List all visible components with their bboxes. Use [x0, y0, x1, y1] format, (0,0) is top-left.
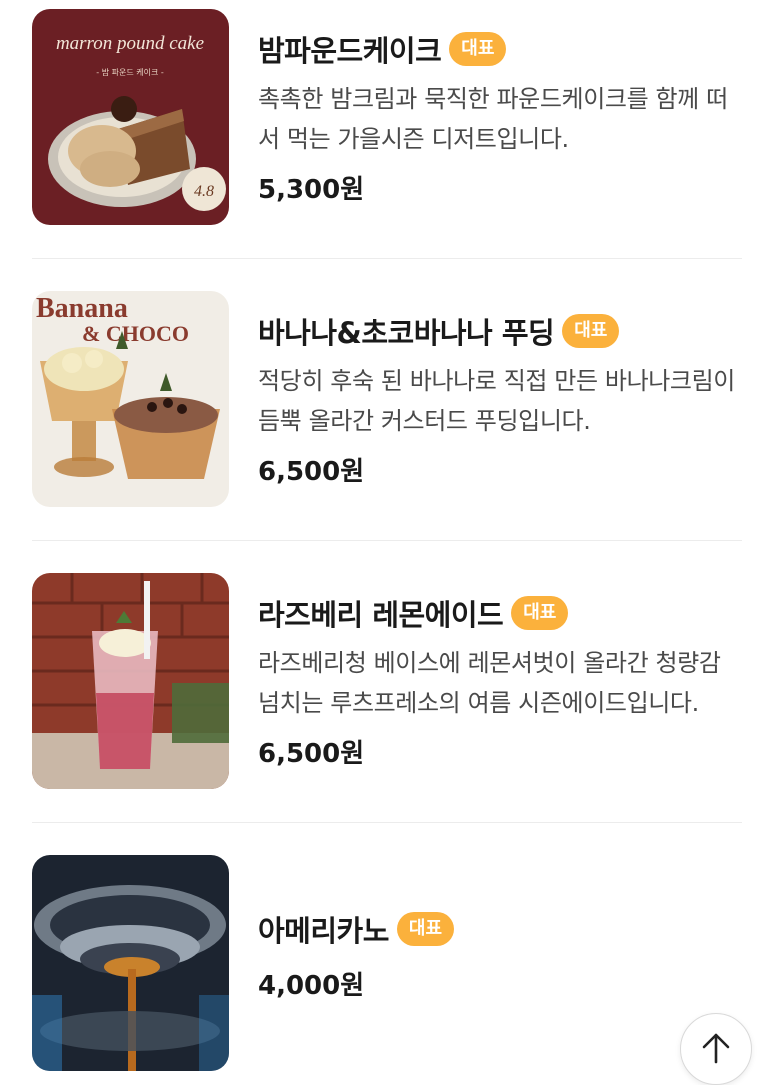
divider	[32, 822, 742, 823]
menu-item-info: 밤파운드케이크 대표 촉촉한 밤크림과 묵직한 파운드케이크를 함께 떠서 먹는…	[258, 27, 742, 206]
menu-item[interactable]: marron pound cake - 밤 파운드 케이크 - 4.8 밤파운드…	[32, 9, 742, 227]
menu-item-price: 4,000원	[258, 971, 365, 1001]
svg-text:- 밤 파운드 케이크 -: - 밤 파운드 케이크 -	[96, 67, 164, 77]
menu-item-description: 라즈베리청 베이스에 레몬셔벗이 올라간 청량감 넘치는 루츠프레소의 여름 시…	[258, 649, 721, 717]
menu-item-info: 바나나&초코바나나 푸딩 대표 적당히 후숙 된 바나나로 직접 만든 바나나크…	[258, 309, 742, 488]
menu-item-image[interactable]	[32, 855, 229, 1071]
svg-text:Banana: Banana	[36, 293, 128, 324]
menu-item[interactable]: 아메리카노 대표 4,000원	[32, 855, 742, 1073]
menu-item-price: 6,500원	[258, 457, 365, 487]
divider	[32, 258, 742, 259]
menu-item-description: 적당히 후숙 된 바나나로 직접 만든 바나나크림이 듬뿍 올라간 커스터드 푸…	[258, 367, 735, 435]
menu-item[interactable]: Banana & CHOCO 바나나&초코바나나 푸딩 대표 적당히 후숙 된 …	[32, 291, 742, 509]
menu-item-image[interactable]: Banana & CHOCO	[32, 291, 229, 507]
menu-item-image[interactable]: marron pound cake - 밤 파운드 케이크 - 4.8	[32, 9, 229, 225]
menu-item[interactable]: 라즈베리 레몬에이드 대표 라즈베리청 베이스에 레몬셔벗이 올라간 청량감 넘…	[32, 573, 742, 791]
menu-item-name: 바나나&초코바나나 푸딩	[258, 316, 555, 350]
menu-item-price: 5,300원	[258, 175, 365, 205]
menu-item-image[interactable]	[32, 573, 229, 789]
signature-badge: 대표	[396, 912, 455, 946]
image-title-text: marron pound cake	[56, 33, 204, 54]
scroll-to-top-button[interactable]	[680, 1013, 752, 1085]
signature-badge: 대표	[511, 596, 569, 630]
signature-badge: 대표	[449, 32, 507, 66]
arrow-up-icon	[702, 1033, 730, 1064]
menu-item-info: 아메리카노 대표 4,000원	[258, 907, 742, 1002]
svg-text:& CHOCO: & CHOCO	[82, 321, 189, 346]
svg-text:4.8: 4.8	[194, 183, 214, 200]
menu-item-name: 라즈베리 레몬에이드	[258, 598, 504, 632]
menu-item-description: 촉촉한 밤크림과 묵직한 파운드케이크를 함께 떠서 먹는 가을시즌 디저트입니…	[258, 85, 728, 153]
menu-item-info: 라즈베리 레몬에이드 대표 라즈베리청 베이스에 레몬셔벗이 올라간 청량감 넘…	[258, 591, 742, 770]
signature-badge: 대표	[562, 314, 620, 348]
divider	[32, 540, 742, 541]
menu-item-name: 아메리카노	[258, 914, 389, 948]
menu-item-name: 밤파운드케이크	[258, 34, 442, 68]
menu-item-price: 6,500원	[258, 739, 365, 769]
